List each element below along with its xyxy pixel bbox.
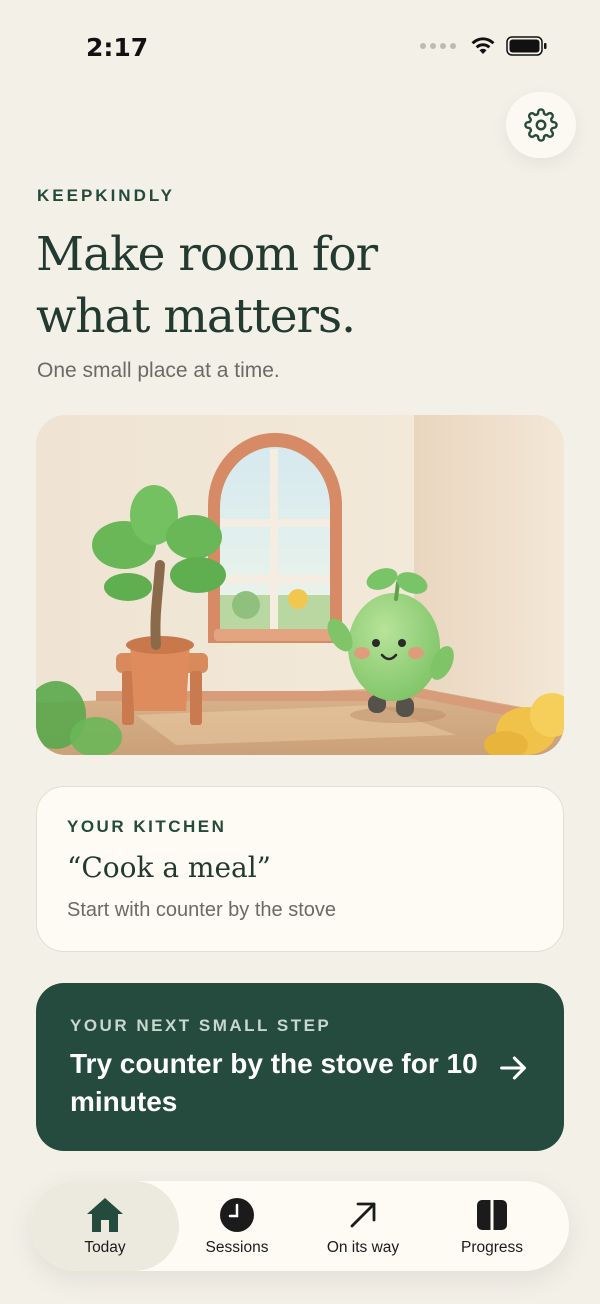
columns-icon [477, 1200, 507, 1230]
arrow-up-right-icon [350, 1202, 376, 1228]
next-step-card[interactable]: YOUR NEXT SMALL STEP Try counter by the … [36, 983, 564, 1151]
settings-button[interactable] [506, 92, 576, 158]
room-label: YOUR KITCHEN [67, 817, 227, 836]
tab-sessions[interactable]: Sessions [179, 1181, 295, 1271]
tab-label: Progress [460, 1239, 524, 1256]
room-card[interactable]: YOUR KITCHEN “Cook a meal” Start with co… [36, 786, 564, 952]
page-title: Make room for what matters. [36, 227, 378, 344]
clock-icon [220, 1198, 254, 1232]
arrow-right-icon [500, 1056, 526, 1080]
hero-illustration [36, 415, 564, 755]
gear-icon [524, 108, 558, 142]
tab-today[interactable]: Today [31, 1181, 179, 1271]
home-icon [87, 1198, 123, 1232]
status-time: 2:17 [86, 33, 149, 62]
next-step-label: YOUR NEXT SMALL STEP [70, 1016, 332, 1035]
room-task: “Cook a meal” [67, 851, 271, 884]
tab-label: Today [84, 1239, 126, 1256]
tab-progress[interactable]: Progress [431, 1181, 553, 1271]
cellular-signal-icon [420, 43, 456, 49]
tab-on-its-way[interactable]: On its way [303, 1181, 423, 1271]
brand-name: KEEPKINDLY [37, 186, 176, 205]
status-bar: 2:17 [0, 0, 600, 96]
tab-label: On its way [326, 1239, 400, 1256]
status-icons [420, 36, 548, 56]
room-hint: Start with counter by the stove [67, 899, 337, 921]
page-subtitle: One small place at a time. [37, 359, 280, 382]
wifi-icon [471, 37, 495, 54]
next-step-title: Try counter by the stove for 10 minutes [70, 1048, 478, 1117]
tab-bar: Today Sessions On its way Progress [31, 1181, 569, 1271]
battery-icon [506, 36, 547, 56]
tab-label: Sessions [205, 1239, 269, 1256]
